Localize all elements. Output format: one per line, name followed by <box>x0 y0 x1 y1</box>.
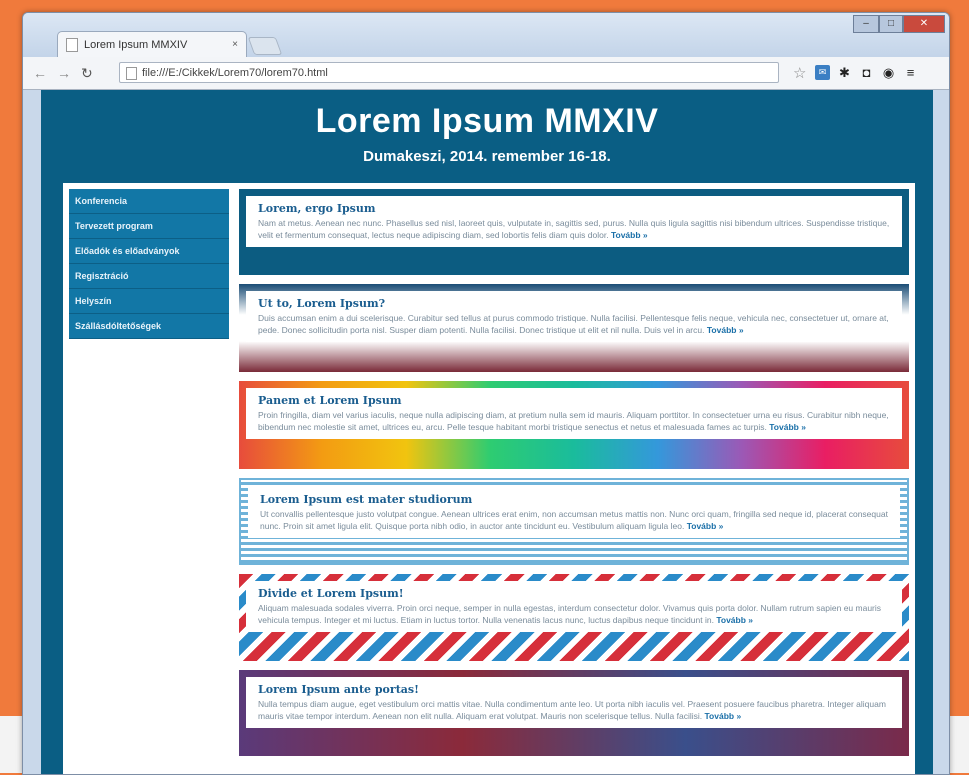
file-icon <box>126 67 137 80</box>
article-title: Ut to, Lorem Ipsum? <box>258 297 386 310</box>
sidebar-item-szallas[interactable]: Szállásdóltetőségek <box>69 314 229 339</box>
article-card: Lorem Ipsum ante portas! Nulla tempus di… <box>239 670 909 756</box>
sidebar-item-program[interactable]: Tervezett program <box>69 214 229 239</box>
article-card: Lorem, ergo Ipsum Nam at metus. Aenean n… <box>239 189 909 275</box>
sidebar-item-eloadok[interactable]: Előadók és előadványok <box>69 239 229 264</box>
article-title: Divide et Lorem Ipsum! <box>258 587 404 600</box>
browser-titlebar: Lorem Ipsum MMXIV × – □ ✕ <box>23 13 949 57</box>
browser-toolbar: ← → ↻ file:///E:/Cikkek/Lorem70/lorem70.… <box>23 57 949 90</box>
forward-arrow-icon[interactable]: → <box>57 65 71 81</box>
tab-title: Lorem Ipsum MMXIV <box>84 38 188 51</box>
menu-icon[interactable]: ≡ <box>903 65 918 80</box>
article-text: Nam at metus. Aenean nec nunc. Phasellus… <box>258 218 890 240</box>
address-bar[interactable]: file:///E:/Cikkek/Lorem70/lorem70.html <box>119 62 779 83</box>
translate-extension-icon[interactable]: ✉ <box>815 65 830 80</box>
sidebar-item-helyszin[interactable]: Helyszín <box>69 289 229 314</box>
article-card: Panem et Lorem Ipsum Proin fringilla, di… <box>239 381 909 469</box>
minimize-button[interactable]: – <box>853 15 879 33</box>
article-card: Lorem Ipsum est mater studiorum Ut conva… <box>239 478 909 565</box>
article-text: Nulla tempus diam augue, eget vestibulum… <box>258 699 886 721</box>
maximize-button[interactable]: □ <box>879 15 903 33</box>
read-more-link[interactable]: Tovább » <box>707 325 744 335</box>
sidebar-item-konferencia[interactable]: Konferencia <box>69 189 229 214</box>
circle-extension-icon[interactable]: ◉ <box>881 65 896 80</box>
close-button[interactable]: ✕ <box>903 15 945 33</box>
article-title: Lorem Ipsum ante portas! <box>258 683 419 696</box>
sidebar-nav: Konferencia Tervezett program Előadók és… <box>69 189 229 339</box>
read-more-link[interactable]: Tovább » <box>687 521 724 531</box>
pocket-extension-icon[interactable]: ◘ <box>859 65 874 80</box>
read-more-link[interactable]: Tovább » <box>769 422 806 432</box>
url-text: file:///E:/Cikkek/Lorem70/lorem70.html <box>142 67 328 79</box>
page-title: Lorem Ipsum MMXIV <box>315 102 659 140</box>
page-subtitle: Dumakeszi, 2014. remember 16-18. <box>363 148 611 165</box>
article-title: Lorem Ipsum est mater studiorum <box>260 493 473 506</box>
page-icon <box>66 37 78 52</box>
article-text: Ut convallis pellentesque justo volutpat… <box>260 509 888 531</box>
article-title: Lorem, ergo Ipsum <box>258 202 376 215</box>
window-controls: – □ ✕ <box>853 15 945 33</box>
sidebar-item-regisztracio[interactable]: Regisztráció <box>69 264 229 289</box>
reload-icon[interactable]: ↻ <box>81 65 93 82</box>
read-more-link[interactable]: Tovább » <box>716 615 753 625</box>
back-arrow-icon[interactable]: ← <box>33 65 47 81</box>
new-tab-button[interactable] <box>247 37 283 55</box>
article-text: Aliquam malesuada sodales viverra. Proin… <box>258 603 882 625</box>
read-more-link[interactable]: Tovább » <box>705 711 742 721</box>
article-list: Lorem, ergo Ipsum Nam at metus. Aenean n… <box>239 189 909 765</box>
gear-extension-icon[interactable]: ✱ <box>837 65 852 80</box>
browser-window: Lorem Ipsum MMXIV × – □ ✕ ← → ↻ file:///… <box>22 12 950 775</box>
tab-close-icon[interactable]: × <box>232 39 238 50</box>
browser-tab[interactable]: Lorem Ipsum MMXIV × <box>57 31 247 57</box>
content-area: Konferencia Tervezett program Előadók és… <box>63 183 915 774</box>
article-card: Ut to, Lorem Ipsum? Duis accumsan enim a… <box>239 284 909 372</box>
bookmark-star-icon[interactable]: ☆ <box>793 64 806 82</box>
article-text: Duis accumsan enim a dui scelerisque. Cu… <box>258 313 889 335</box>
article-card: Divide et Lorem Ipsum! Aliquam malesuada… <box>239 574 909 661</box>
article-title: Panem et Lorem Ipsum <box>258 394 402 407</box>
page-viewport: Lorem Ipsum MMXIV Dumakeszi, 2014. remem… <box>41 90 933 774</box>
read-more-link[interactable]: Tovább » <box>611 230 648 240</box>
